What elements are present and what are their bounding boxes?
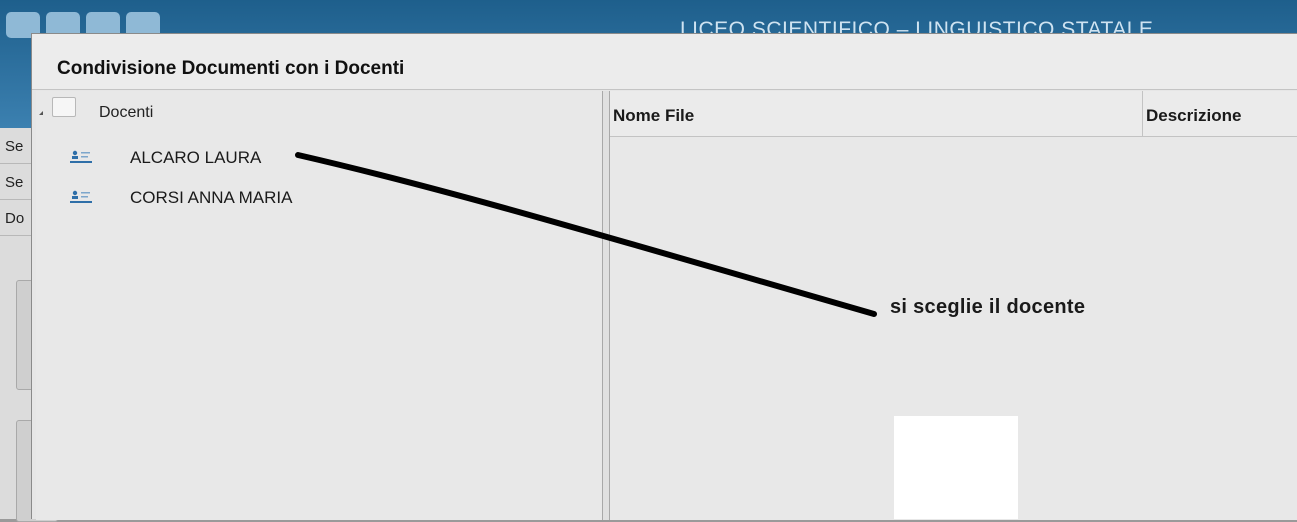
teacher-name: ALCARO LAURA [130,148,262,167]
annotation-text: si sceglie il docente [890,296,1086,318]
tree-item-teacher[interactable]: ALCARO LAURA [70,148,370,172]
teacher-name: CORSI ANNA MARIA [130,188,293,207]
dialog-title: Condivisione Documenti con i Docenti [57,58,405,79]
id-card-icon [70,150,92,163]
teachers-tree-panel: Docenti ALCARO LAURA CORSI ANNA MARIA [36,91,603,520]
tree-item-teacher[interactable]: CORSI ANNA MARIA [70,188,370,212]
id-card-icon [70,190,92,203]
tree-expander-icon[interactable] [39,111,43,115]
panel-splitter[interactable] [602,91,610,520]
share-documents-dialog: Condivisione Documenti con i Docenti Doc… [31,33,1297,520]
column-header-description[interactable]: Descrizione [1143,91,1297,137]
column-header-file-name[interactable]: Nome File [610,91,1143,137]
blank-white-box [894,416,1018,519]
tree-root-label[interactable]: Docenti [99,104,153,122]
dialog-titlebar[interactable]: Condivisione Documenti con i Docenti [32,34,1297,90]
folder-icon [52,97,76,117]
